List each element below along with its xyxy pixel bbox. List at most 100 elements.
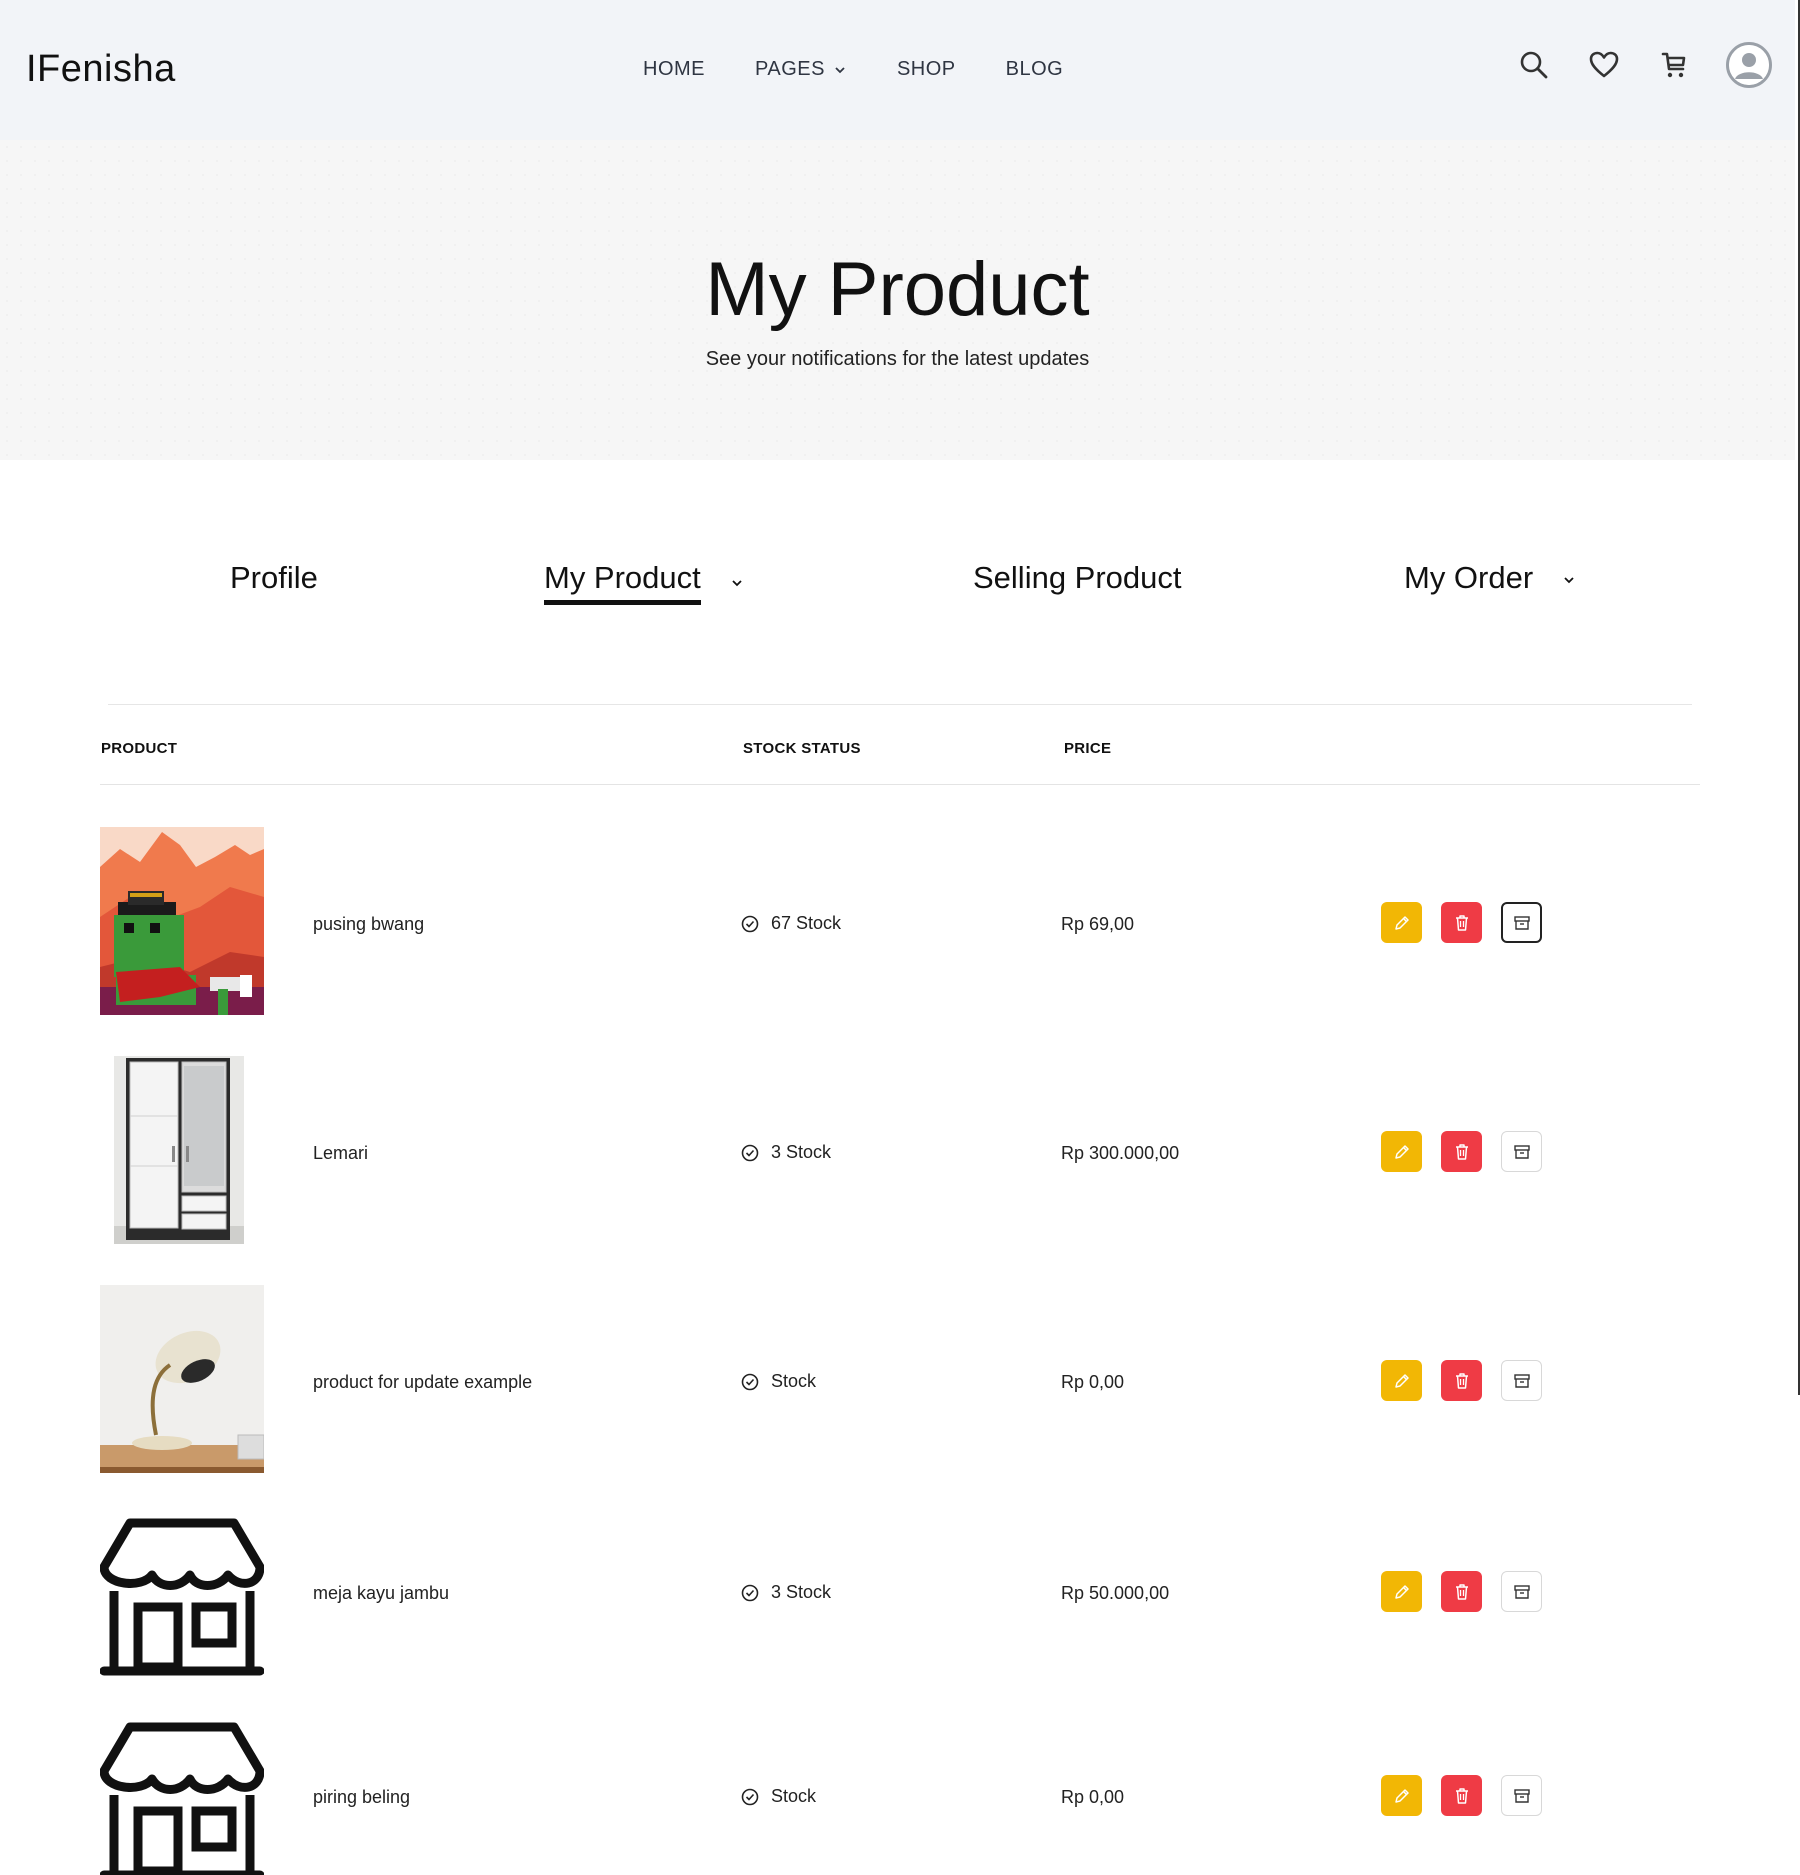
product-price: Rp 0,00 (1061, 1787, 1125, 1807)
main-nav: HOME PAGES SHOP BLOG (643, 58, 1113, 81)
check-circle-icon (741, 1144, 759, 1161)
archive-button[interactable] (1501, 902, 1542, 943)
check-circle-icon (741, 1788, 759, 1805)
store-icon[interactable] (100, 1517, 264, 1677)
user-avatar-icon[interactable] (1726, 42, 1772, 88)
check-circle-icon (741, 1584, 759, 1601)
product-name: piring beling (313, 1787, 411, 1807)
edit-button[interactable] (1381, 1131, 1422, 1172)
row-actions (1381, 1571, 1561, 1612)
chevron-down-icon (835, 66, 845, 73)
archive-button[interactable] (1501, 1131, 1542, 1172)
nav-shop-label: SHOP (896, 58, 956, 80)
table-row: piring beling Stock Rp 0,00 (100, 1721, 1700, 1875)
nav-home-label: HOME (643, 58, 705, 80)
column-header-price: PRICE (1064, 740, 1112, 757)
archive-button[interactable] (1501, 1775, 1542, 1816)
table-row: pusing bwang 67 Stock Rp 69,00 (100, 827, 1700, 1017)
product-thumbnail[interactable] (100, 1285, 264, 1473)
tab-profile[interactable]: Profile (230, 560, 318, 600)
trash-icon (1455, 1787, 1468, 1804)
table-row: meja kayu jambu 3 Stock Rp 50.000,00 (100, 1517, 1700, 1677)
table-row: Lemari 3 Stock Rp 300.000,00 (100, 1056, 1700, 1246)
edit-button[interactable] (1381, 902, 1422, 943)
product-thumbnail[interactable] (100, 1056, 264, 1244)
delete-button[interactable] (1441, 1360, 1482, 1401)
archive-icon (1513, 1373, 1530, 1388)
stock-status: 67 Stock (741, 913, 841, 934)
nav-pages-label: PAGES (755, 58, 825, 80)
product-price: Rp 50.000,00 (1061, 1583, 1170, 1603)
row-actions (1381, 1775, 1561, 1816)
stock-text: 3 Stock (771, 1142, 832, 1162)
product-name: product for update example (313, 1372, 533, 1392)
edit-button[interactable] (1381, 1775, 1422, 1816)
check-circle-icon (741, 915, 759, 932)
trash-icon (1455, 1372, 1468, 1389)
heart-icon[interactable] (1586, 47, 1622, 83)
product-name: Lemari (313, 1143, 369, 1163)
nav-blog[interactable]: BLOG (1006, 58, 1064, 81)
tab-my-product[interactable]: My Product (544, 560, 745, 605)
stock-text: Stock (771, 1786, 817, 1806)
product-table-header: PRODUCT STOCK STATUS PRICE (100, 735, 1700, 785)
nav-pages[interactable]: PAGES (755, 58, 847, 81)
row-actions (1381, 902, 1561, 943)
search-icon[interactable] (1516, 47, 1552, 83)
archive-button[interactable] (1501, 1360, 1542, 1401)
product-price: Rp 300.000,00 (1061, 1143, 1180, 1163)
brand-logo[interactable]: IFenisha (26, 48, 176, 91)
stock-status: 3 Stock (741, 1582, 831, 1603)
stock-status: 3 Stock (741, 1142, 831, 1163)
stock-text: 3 Stock (771, 1582, 832, 1602)
pencil-icon (1394, 1144, 1409, 1159)
page-subtitle: See your notifications for the latest up… (705, 348, 1090, 370)
archive-icon (1513, 1788, 1530, 1803)
stock-status: Stock (741, 1786, 816, 1807)
page-hero: My Product See your notifications for th… (0, 140, 1795, 460)
trash-icon (1455, 1583, 1468, 1600)
nav-shop[interactable]: SHOP (897, 58, 956, 81)
nav-blog-label: BLOG (1005, 58, 1064, 80)
pencil-icon (1394, 1584, 1409, 1599)
section-divider (108, 704, 1692, 705)
top-navbar: IFenisha HOME PAGES SHOP BLOG (0, 0, 1795, 140)
pencil-icon (1394, 1788, 1409, 1803)
store-icon[interactable] (100, 1721, 264, 1875)
nav-icon-group (1516, 42, 1772, 88)
product-name: pusing bwang (313, 914, 425, 934)
product-price: Rp 69,00 (1061, 914, 1135, 934)
tab-profile-label: Profile (230, 560, 318, 595)
product-thumbnail[interactable] (100, 827, 264, 1015)
pencil-icon (1394, 1373, 1409, 1388)
row-actions (1381, 1360, 1561, 1401)
archive-button[interactable] (1501, 1571, 1542, 1612)
check-circle-icon (741, 1373, 759, 1390)
trash-icon (1455, 914, 1468, 931)
chevron-down-icon (1564, 577, 1574, 584)
delete-button[interactable] (1441, 1775, 1482, 1816)
edit-button[interactable] (1381, 1571, 1422, 1612)
edit-button[interactable] (1381, 1360, 1422, 1401)
tab-my-order[interactable]: My Order (1404, 560, 1577, 600)
row-actions (1381, 1131, 1561, 1172)
stock-text: 67 Stock (771, 913, 842, 933)
nav-home[interactable]: HOME (643, 58, 705, 81)
pencil-icon (1394, 915, 1409, 930)
product-name: meja kayu jambu (313, 1583, 450, 1603)
tab-selling-product[interactable]: Selling Product (973, 560, 1182, 600)
tab-my-order-label: My Order (1404, 560, 1534, 595)
archive-icon (1513, 1584, 1530, 1599)
column-header-product: PRODUCT (101, 740, 178, 757)
cart-icon[interactable] (1656, 47, 1692, 83)
tab-my-product-label: My Product (544, 560, 701, 605)
stock-status: Stock (741, 1371, 816, 1392)
delete-button[interactable] (1441, 1571, 1482, 1612)
column-header-stock-status: STOCK STATUS (743, 740, 861, 757)
tab-selling-product-label: Selling Product (973, 560, 1182, 595)
trash-icon (1455, 1143, 1468, 1160)
delete-button[interactable] (1441, 902, 1482, 943)
archive-icon (1513, 1144, 1530, 1159)
delete-button[interactable] (1441, 1131, 1482, 1172)
chevron-down-icon (732, 579, 742, 586)
